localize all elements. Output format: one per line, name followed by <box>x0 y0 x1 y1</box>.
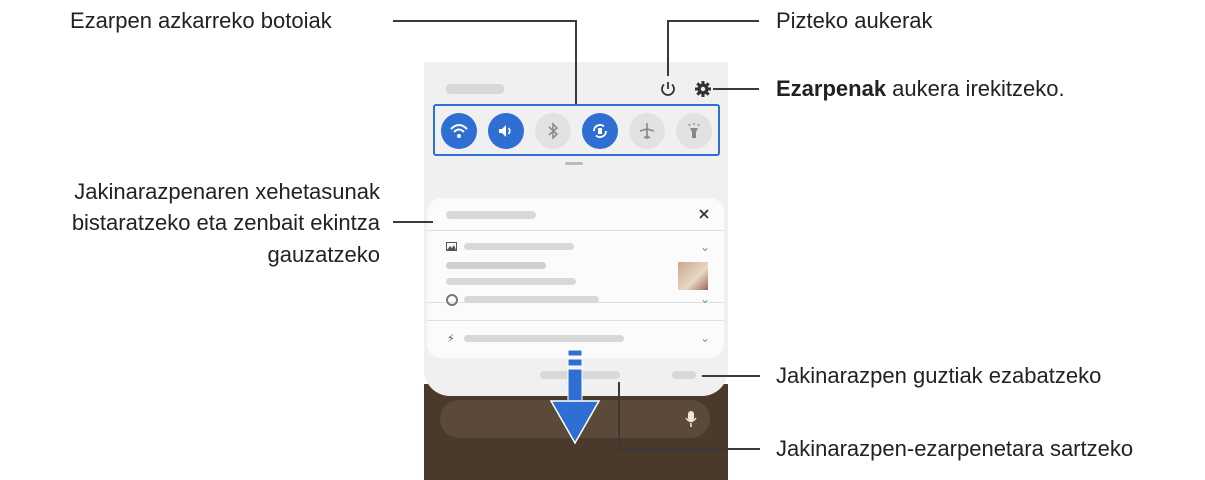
clear-all-label: Jakinarazpen guztiak ezabatzeko <box>776 363 1102 388</box>
clear-all-button[interactable] <box>672 371 696 379</box>
divider <box>427 320 724 321</box>
callout-line <box>618 382 620 450</box>
callout-line <box>713 88 759 90</box>
quick-buttons-label: Ezarpen azkarreko botoiak <box>70 8 332 33</box>
settings-label: Ezarpenak aukera irekitzeko. <box>776 73 1065 104</box>
image-icon <box>446 242 457 251</box>
charging-icon: ⚡ <box>447 333 455 345</box>
power-options-label: Pizteko aukerak <box>776 8 933 33</box>
close-icon[interactable] <box>698 208 710 220</box>
callout-line <box>575 20 577 104</box>
notification-thumbnail <box>678 262 708 290</box>
chevron-down-icon[interactable]: ⌄ <box>700 240 710 254</box>
sound-icon[interactable] <box>488 113 524 149</box>
chevron-down-icon[interactable]: ⌄ <box>700 331 710 345</box>
app-icon <box>446 294 458 306</box>
auto-rotate-icon[interactable] <box>582 113 618 149</box>
drag-handle[interactable] <box>565 162 583 165</box>
blurred-text <box>464 335 624 342</box>
notification-details-label: Jakinarazpenaren xehetasunak bistaratzek… <box>0 176 380 270</box>
blurred-text <box>446 278 576 285</box>
mic-icon[interactable] <box>685 410 697 428</box>
power-icon[interactable] <box>659 80 677 98</box>
divider <box>427 230 724 231</box>
callout-line <box>667 20 669 76</box>
wifi-icon[interactable] <box>441 113 477 149</box>
blurred-text <box>446 262 546 269</box>
chevron-down-icon[interactable]: ⌄ <box>700 292 710 306</box>
settings-label-rest: aukera irekitzeko. <box>886 76 1065 101</box>
settings-label-bold: Ezarpenak <box>776 76 887 101</box>
callout-line <box>702 375 760 377</box>
down-arrow-icon <box>549 349 601 445</box>
blurred-text <box>464 296 599 303</box>
airplane-icon[interactable] <box>629 113 665 149</box>
notification-details-line-1: Jakinarazpenaren xehetasunak <box>74 179 380 204</box>
callout-line <box>393 20 577 22</box>
flashlight-icon[interactable] <box>676 113 712 149</box>
callout-line <box>393 221 433 223</box>
notification-details-line-2: bistaratzeko eta zenbait ekintza <box>71 210 380 236</box>
callout-line <box>667 20 759 22</box>
gear-icon[interactable] <box>694 80 712 98</box>
notification-details-line-3: gauzatzeko <box>267 241 380 267</box>
blurred-date <box>446 84 504 94</box>
blurred-text <box>464 243 574 250</box>
callout-line <box>618 448 760 450</box>
bluetooth-icon[interactable] <box>535 113 571 149</box>
notification-settings-label: Jakinarazpen-ezarpenetara sartzeko <box>776 436 1134 461</box>
blurred-text <box>446 211 536 219</box>
